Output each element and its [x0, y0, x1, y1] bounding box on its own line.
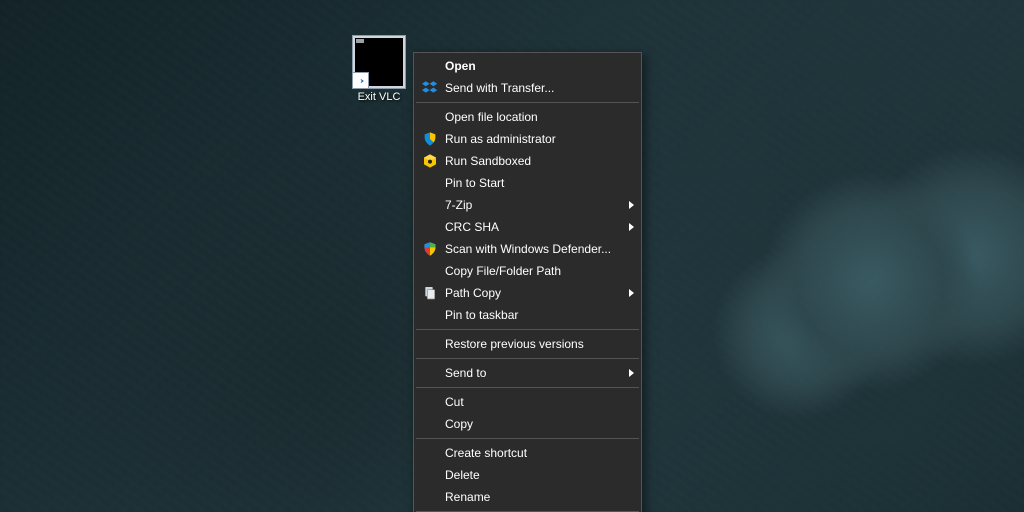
menu-send-to[interactable]: Send to: [415, 362, 640, 384]
shield-admin-icon: [420, 128, 440, 150]
menu-7zip[interactable]: 7-Zip: [415, 194, 640, 216]
menu-rename[interactable]: Rename: [415, 486, 640, 508]
menu-item-label: Open file location: [445, 110, 538, 124]
desktop[interactable]: Exit VLC Open Send with Transfer... Open…: [0, 0, 1024, 512]
defender-shield-icon: [420, 238, 440, 260]
menu-scan-defender[interactable]: Scan with Windows Defender...: [415, 238, 640, 260]
menu-pin-to-taskbar[interactable]: Pin to taskbar: [415, 304, 640, 326]
submenu-arrow-icon: [629, 289, 634, 297]
submenu-arrow-icon: [629, 201, 634, 209]
menu-cut[interactable]: Cut: [415, 391, 640, 413]
menu-item-label: Run Sandboxed: [445, 154, 531, 168]
menu-item-label: Cut: [445, 395, 464, 409]
menu-item-label: Run as administrator: [445, 132, 556, 146]
menu-item-label: Copy: [445, 417, 473, 431]
shortcut-icon: [352, 35, 406, 89]
sandbox-icon: [420, 150, 440, 172]
shortcut-overlay-arrow-icon: [353, 72, 369, 88]
menu-item-label: Path Copy: [445, 286, 501, 300]
menu-item-label: Delete: [445, 468, 480, 482]
context-menu: Open Send with Transfer... Open file loc…: [413, 52, 642, 512]
menu-separator: [416, 102, 639, 103]
menu-open[interactable]: Open: [415, 55, 640, 77]
menu-separator: [416, 387, 639, 388]
path-copy-icon: [420, 282, 440, 304]
menu-create-shortcut[interactable]: Create shortcut: [415, 442, 640, 464]
menu-item-label: Copy File/Folder Path: [445, 264, 561, 278]
menu-copy[interactable]: Copy: [415, 413, 640, 435]
menu-item-label: Send to: [445, 366, 486, 380]
submenu-arrow-icon: [629, 223, 634, 231]
menu-item-label: CRC SHA: [445, 220, 499, 234]
menu-run-as-administrator[interactable]: Run as administrator: [415, 128, 640, 150]
menu-item-label: 7-Zip: [445, 198, 472, 212]
shortcut-label: Exit VLC: [356, 91, 403, 103]
menu-item-label: Pin to taskbar: [445, 308, 518, 322]
desktop-shortcut-exit-vlc[interactable]: Exit VLC: [348, 35, 410, 103]
menu-item-label: Scan with Windows Defender...: [445, 242, 611, 256]
menu-path-copy[interactable]: Path Copy: [415, 282, 640, 304]
menu-pin-to-start[interactable]: Pin to Start: [415, 172, 640, 194]
menu-crc-sha[interactable]: CRC SHA: [415, 216, 640, 238]
menu-restore-previous-versions[interactable]: Restore previous versions: [415, 333, 640, 355]
menu-item-label: Restore previous versions: [445, 337, 584, 351]
menu-separator: [416, 329, 639, 330]
menu-item-label: Rename: [445, 490, 490, 504]
menu-open-file-location[interactable]: Open file location: [415, 106, 640, 128]
submenu-arrow-icon: [629, 369, 634, 377]
menu-item-label: Pin to Start: [445, 176, 504, 190]
menu-copy-file-folder-path[interactable]: Copy File/Folder Path: [415, 260, 640, 282]
dropbox-icon: [420, 77, 440, 99]
menu-separator: [416, 438, 639, 439]
menu-item-label: Send with Transfer...: [445, 81, 554, 95]
menu-item-label: Create shortcut: [445, 446, 527, 460]
menu-separator: [416, 358, 639, 359]
menu-send-with-transfer[interactable]: Send with Transfer...: [415, 77, 640, 99]
menu-delete[interactable]: Delete: [415, 464, 640, 486]
menu-run-sandboxed[interactable]: Run Sandboxed: [415, 150, 640, 172]
menu-item-label: Open: [445, 59, 476, 73]
